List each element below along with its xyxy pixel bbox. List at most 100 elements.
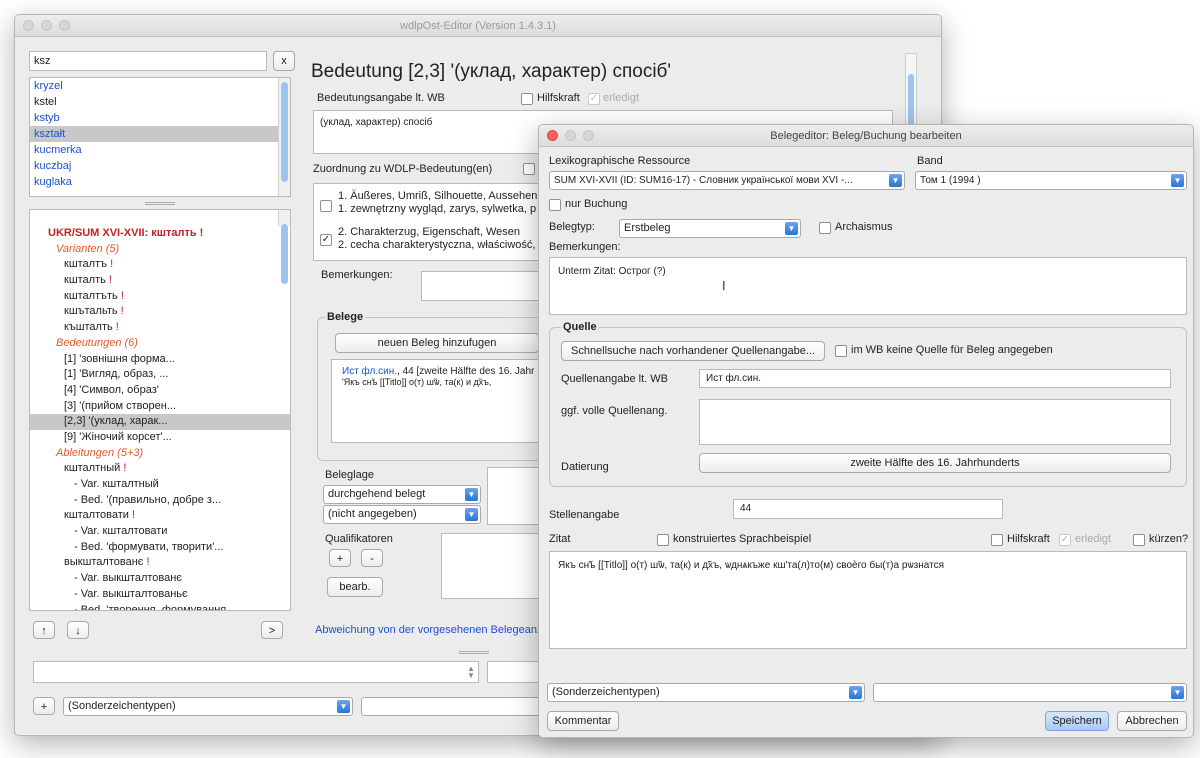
word-list[interactable]: kryzel kstel kstyb kształt kucmerka kuczbaj ku…: [29, 77, 291, 197]
tree-node[interactable]: [3] '(прийом створен...: [30, 399, 290, 415]
bemerkungen-text-area[interactable]: Unterm Zitat: Острог (?) I: [549, 257, 1187, 315]
word-list-item[interactable]: kstyb: [30, 110, 290, 126]
move-down-button[interactable]: ↓: [67, 621, 89, 639]
zitat-hilfskraft-checkbox[interactable]: [991, 534, 1003, 546]
tree-node[interactable]: кшталть !: [30, 273, 290, 289]
bemerkungen-field[interactable]: [421, 271, 541, 301]
word-list-item[interactable]: kryzel: [30, 78, 290, 94]
tree-node[interactable]: [1] 'зовнішня форма...: [30, 352, 290, 368]
tree-node[interactable]: выкшталтованє !: [30, 555, 290, 571]
abbrechen-button[interactable]: Abbrechen: [1117, 711, 1187, 731]
word-list-item[interactable]: kuczbaj: [30, 158, 290, 174]
stepper-icon[interactable]: ▲ ▼: [467, 665, 477, 680]
minimize-icon[interactable]: [565, 130, 576, 141]
keine-quelle-checkbox[interactable]: [835, 345, 847, 357]
belege-list[interactable]: Ист фл.син., 44 [zweite Hälfte des 16. J…: [331, 359, 543, 443]
tree-node[interactable]: кшталтный !: [30, 461, 290, 477]
band-label: Band: [917, 155, 943, 167]
z2-de: 2. Charakterzug, Eigenschaft, Wesen: [338, 226, 521, 238]
band-select[interactable]: Том 1 (1994 ) ▼: [915, 171, 1187, 190]
main-titlebar: wdlpOst-Editor (Version 1.4.3.1): [15, 15, 941, 37]
close-icon[interactable]: [547, 130, 558, 141]
add-beleg-button[interactable]: neuen Beleg hinzufugen: [335, 333, 539, 353]
tree-node[interactable]: [1] 'Вигляд, образ, ...: [30, 367, 290, 383]
archaismus-checkbox[interactable]: [819, 222, 831, 234]
search-input[interactable]: ksz: [29, 51, 267, 71]
tree-node[interactable]: кшталтовати !: [30, 508, 290, 524]
beleglage-notes[interactable]: [487, 467, 541, 525]
volle-quellenangabe-label: ggf. volle Quellenang.: [561, 405, 668, 417]
dialog-titlebar: Belegeditor: Beleg/Buchung bearbeiten: [539, 125, 1193, 147]
move-up-button[interactable]: ↑: [33, 621, 55, 639]
erledigt-checkbox[interactable]: ✓: [588, 93, 600, 105]
kuerzen-checkbox[interactable]: [1133, 534, 1145, 546]
tree-node[interactable]: Bedeutungen (6): [30, 336, 290, 352]
word-list-item[interactable]: kuglaka: [30, 174, 290, 190]
chevron-down-icon: ▼: [337, 700, 350, 713]
splitter-handle[interactable]: [145, 202, 175, 205]
beleglage2-select[interactable]: (nicht angegeben) ▼: [323, 505, 481, 524]
tree-node[interactable]: - Var. выкшталтованьє: [30, 587, 290, 603]
entry-tree[interactable]: UKR/SUM XVI-XVII: кшталть ! Varianten (5)…: [29, 209, 291, 611]
zuordnung-2-checkbox[interactable]: ✓: [320, 234, 332, 246]
zitat-text-area[interactable]: Якъ сн̃ъ [[Titlo]] о(т) ш̃ѡ, та(к) и д̃х…: [549, 551, 1187, 649]
tree-node[interactable]: - Var. кшталтовати: [30, 524, 290, 540]
nur-buchung-checkbox[interactable]: [549, 199, 561, 211]
tree-node[interactable]: [2,3] '(уклад, харак...: [30, 414, 290, 430]
add-special-char-button[interactable]: +: [33, 697, 55, 715]
qualifikator-remove-button[interactable]: -: [361, 549, 383, 567]
dialog-window-controls[interactable]: [547, 130, 594, 141]
tree-node[interactable]: - Bed. 'творення, формування...: [30, 603, 290, 611]
tree-node[interactable]: Varianten (5): [30, 242, 290, 258]
schnellsuche-button[interactable]: Schnellsuche nach vorhandener Quellenang…: [561, 341, 825, 361]
zitat-erledigt-checkbox[interactable]: ✓: [1059, 534, 1071, 546]
main-sonderzeichen-select[interactable]: (Sonderzeichentypen) ▼: [63, 697, 353, 716]
dialog-sonderzeichen-select-2[interactable]: ▼: [873, 683, 1187, 702]
tree-node[interactable]: - Bed. '(правильно, добре з...: [30, 493, 290, 509]
word-list-scrollbar[interactable]: [278, 78, 290, 196]
speichern-button[interactable]: Speichern: [1045, 711, 1109, 731]
bottom-splitter[interactable]: [459, 651, 489, 654]
quellenangabe-field[interactable]: Ист фл.син.: [699, 369, 1171, 388]
zuordnung-checkbox[interactable]: [523, 163, 535, 175]
dialog-sonderzeichen-select[interactable]: (Sonderzeichentypen) ▼: [547, 683, 865, 702]
tree-node[interactable]: [9] 'Жіночий корсет'...: [30, 430, 290, 446]
tree-node[interactable]: - Var. кшталтный: [30, 477, 290, 493]
beleglage-select[interactable]: durchgehend belegt ▼: [323, 485, 481, 504]
clear-search-button[interactable]: x: [273, 51, 295, 71]
lex-resource-select[interactable]: SUM XVI-XVII (ID: SUM16-17) - Словник ук…: [549, 171, 905, 190]
zuordnung-1-checkbox[interactable]: [320, 200, 332, 212]
tree-node[interactable]: кшътальть !: [30, 304, 290, 320]
tree-node[interactable]: UKR/SUM XVI-XVII: кшталть !: [30, 226, 290, 242]
tree-node[interactable]: [4] 'Символ, образ': [30, 383, 290, 399]
beleg-source[interactable]: Ист фл.син.: [342, 366, 397, 377]
datierung-button[interactable]: zweite Hälfte des 16. Jahrhunderts: [699, 453, 1171, 473]
zoom-icon[interactable]: [583, 130, 594, 141]
konstruiert-checkbox[interactable]: [657, 534, 669, 546]
word-list-item[interactable]: kształt: [30, 126, 290, 142]
volle-quellenangabe-field[interactable]: [699, 399, 1171, 445]
main-sonderzeichen-select-2[interactable]: [361, 697, 547, 716]
belegtyp-select[interactable]: Erstbeleg ▼: [619, 219, 801, 238]
belege-label: Belege: [325, 311, 366, 323]
qualifikator-edit-button[interactable]: bearb.: [327, 577, 383, 597]
word-list-item[interactable]: kucmerka: [30, 142, 290, 158]
entry-tree-scrollbar[interactable]: [278, 210, 290, 284]
word-list-item[interactable]: kstel: [30, 94, 290, 110]
bottom-text-field[interactable]: [33, 661, 479, 683]
abweichung-link[interactable]: Abweichung von der vorgesehenen Belegean…: [315, 624, 557, 636]
qualifikatoren-list[interactable]: [441, 533, 541, 599]
tree-node[interactable]: къшталть !: [30, 320, 290, 336]
next-button[interactable]: >: [261, 621, 283, 639]
qualifikator-add-button[interactable]: +: [329, 549, 351, 567]
kommentar-button[interactable]: Kommentar: [547, 711, 619, 731]
tree-node[interactable]: кшталтъть !: [30, 289, 290, 305]
tree-node[interactable]: - Var. выкшталтованє: [30, 571, 290, 587]
stellenangabe-field[interactable]: 44: [733, 499, 1003, 519]
chevron-down-icon: ▼: [465, 508, 478, 521]
tree-node[interactable]: - Bed. 'формувати, творити'...: [30, 540, 290, 556]
window-controls[interactable]: [23, 20, 70, 31]
tree-node[interactable]: Ableitungen (5+3): [30, 446, 290, 462]
tree-node[interactable]: кшталтъ !: [30, 257, 290, 273]
hilfskraft-checkbox[interactable]: [521, 93, 533, 105]
